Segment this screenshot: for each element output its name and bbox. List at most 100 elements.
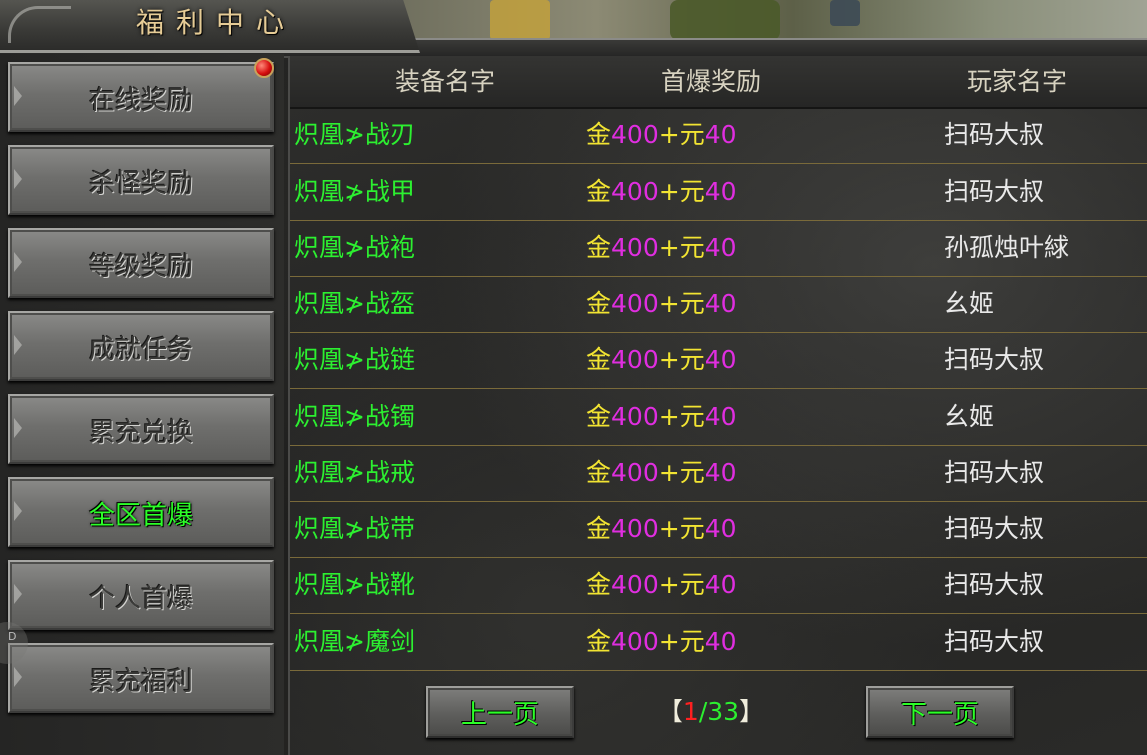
table-row: 炽凰≯战靴 金400+元40 扫码大叔 [290, 557, 1147, 614]
welfare-window: 福利中心 在线奖励 杀怪奖励 等级奖励 成就任务 累充兑换 全区首爆 个人首爆 … [0, 0, 1147, 755]
yuan-amount: 40 [704, 458, 737, 487]
gold-label: 金 [586, 289, 612, 318]
first-drop-reward: 金400+元40 [586, 332, 737, 388]
column-header-player: 玩家名字 [966, 67, 1067, 96]
gold-amount: 400 [611, 458, 659, 487]
player-name: 幺姬 [944, 402, 995, 431]
sidebar-item-label: 累充福利 [88, 666, 193, 697]
yuan-label: 元 [679, 120, 705, 149]
page-close-bracket: 】 [739, 697, 765, 726]
first-drop-reward: 金400+元40 [586, 614, 737, 670]
yuan-amount: 40 [704, 345, 737, 374]
sidebar-item-label: 成就任务 [88, 334, 193, 365]
equipment-name: 炽凰≯战戒 [294, 458, 415, 487]
table-row: 炽凰≯战盔 金400+元40 幺姬 [290, 276, 1147, 333]
yuan-label: 元 [679, 514, 705, 543]
next-page-button[interactable]: 下一页 [866, 686, 1014, 738]
gold-label: 金 [586, 402, 612, 431]
knob-label: D [8, 630, 17, 643]
player-name: 幺姬 [944, 289, 995, 318]
gold-amount: 400 [611, 345, 659, 374]
sidebar-item-achievement[interactable]: 成就任务 [8, 311, 274, 381]
gold-label: 金 [586, 345, 612, 374]
prev-page-button[interactable]: 上一页 [426, 686, 574, 738]
notification-dot-icon [254, 58, 274, 78]
player-name: 扫码大叔 [944, 514, 1045, 543]
plus-sign: + [658, 120, 680, 149]
gold-amount: 400 [611, 402, 659, 431]
gold-label: 金 [586, 570, 612, 599]
sidebar-item-online-reward[interactable]: 在线奖励 [8, 62, 274, 132]
yuan-label: 元 [679, 345, 705, 374]
first-drop-reward: 金400+元40 [586, 276, 737, 332]
yuan-amount: 40 [704, 233, 737, 262]
player-name: 扫码大叔 [944, 120, 1045, 149]
table-row: 炽凰≯战链 金400+元40 扫码大叔 [290, 332, 1147, 389]
plus-sign: + [658, 627, 680, 656]
sidebar-item-server-first-drop[interactable]: 全区首爆 [8, 477, 274, 547]
sidebar-item-recharge-exchange[interactable]: 累充兑换 [8, 394, 274, 464]
first-drop-reward: 金400+元40 [586, 557, 737, 613]
first-drop-reward: 金400+元40 [586, 501, 737, 557]
yuan-label: 元 [679, 627, 705, 656]
plus-sign: + [658, 570, 680, 599]
yuan-label: 元 [679, 570, 705, 599]
sidebar-item-label: 全区首爆 [88, 500, 193, 531]
player-name: 扫码大叔 [944, 627, 1045, 656]
gold-amount: 400 [611, 120, 659, 149]
sidebar-item-level-reward[interactable]: 等级奖励 [8, 228, 274, 298]
equipment-name: 炽凰≯战靴 [294, 570, 415, 599]
first-drop-reward: 金400+元40 [586, 164, 737, 220]
sidebar-item-label: 个人首爆 [88, 583, 193, 614]
first-drop-reward: 金400+元40 [586, 445, 737, 501]
yuan-label: 元 [679, 402, 705, 431]
table-header: 装备名字 首爆奖励 玩家名字 [290, 56, 1147, 109]
plus-sign: + [658, 514, 680, 543]
first-drop-panel: 装备名字 首爆奖励 玩家名字 炽凰≯战刃 金400+元40 扫码大叔 炽凰≯战甲 金40… [288, 56, 1147, 755]
page-open-bracket: 【 [657, 697, 683, 726]
first-drop-reward: 金400+元40 [586, 389, 737, 445]
equipment-name: 炽凰≯战袍 [294, 233, 415, 262]
gold-amount: 400 [611, 233, 659, 262]
yuan-amount: 40 [704, 514, 737, 543]
equipment-name: 炽凰≯战甲 [294, 177, 415, 206]
sidebar-item-label: 累充兑换 [88, 417, 193, 448]
total-pages: 33 [707, 697, 740, 726]
yuan-amount: 40 [704, 402, 737, 431]
first-drop-reward: 金400+元40 [586, 107, 737, 163]
page-indicator: 【1/33】 [656, 686, 766, 738]
yuan-label: 元 [679, 289, 705, 318]
equipment-name: 炽凰≯战镯 [294, 402, 415, 431]
player-name: 扫码大叔 [944, 345, 1045, 374]
gold-amount: 400 [611, 514, 659, 543]
sidebar-item-kill-reward[interactable]: 杀怪奖励 [8, 145, 274, 215]
table-row: 炽凰≯战刃 金400+元40 扫码大叔 [290, 107, 1147, 164]
yuan-amount: 40 [704, 120, 737, 149]
equipment-name: 炽凰≯战盔 [294, 289, 415, 318]
plus-sign: + [658, 177, 680, 206]
plus-sign: + [658, 402, 680, 431]
player-name: 扫码大叔 [944, 177, 1045, 206]
sidebar-item-label: 等级奖励 [88, 251, 193, 282]
sidebar-item-recharge-welfare[interactable]: 累充福利 [8, 643, 274, 713]
gold-label: 金 [586, 627, 612, 656]
gold-amount: 400 [611, 627, 659, 656]
table-row: 炽凰≯魔剑 金400+元40 扫码大叔 [290, 614, 1147, 671]
sidebar-item-label: 杀怪奖励 [88, 168, 193, 199]
sidebar: 在线奖励 杀怪奖励 等级奖励 成就任务 累充兑换 全区首爆 个人首爆 累充福利 [0, 54, 284, 755]
plus-sign: + [658, 458, 680, 487]
dragon-ornament-icon [8, 6, 71, 43]
table-row: 炽凰≯战戒 金400+元40 扫码大叔 [290, 445, 1147, 502]
player-name: 扫码大叔 [944, 570, 1045, 599]
gold-amount: 400 [611, 570, 659, 599]
player-name: 扫码大叔 [944, 458, 1045, 487]
gold-label: 金 [586, 120, 612, 149]
sidebar-item-label: 在线奖励 [88, 85, 193, 116]
sidebar-item-personal-first-drop[interactable]: 个人首爆 [8, 560, 274, 630]
yuan-amount: 40 [704, 177, 737, 206]
gold-amount: 400 [611, 289, 659, 318]
yuan-label: 元 [679, 233, 705, 262]
yuan-amount: 40 [704, 570, 737, 599]
table-row: 炽凰≯战袍 金400+元40 孙孤烛叶絿 [290, 220, 1147, 277]
page-separator: / [698, 697, 708, 726]
